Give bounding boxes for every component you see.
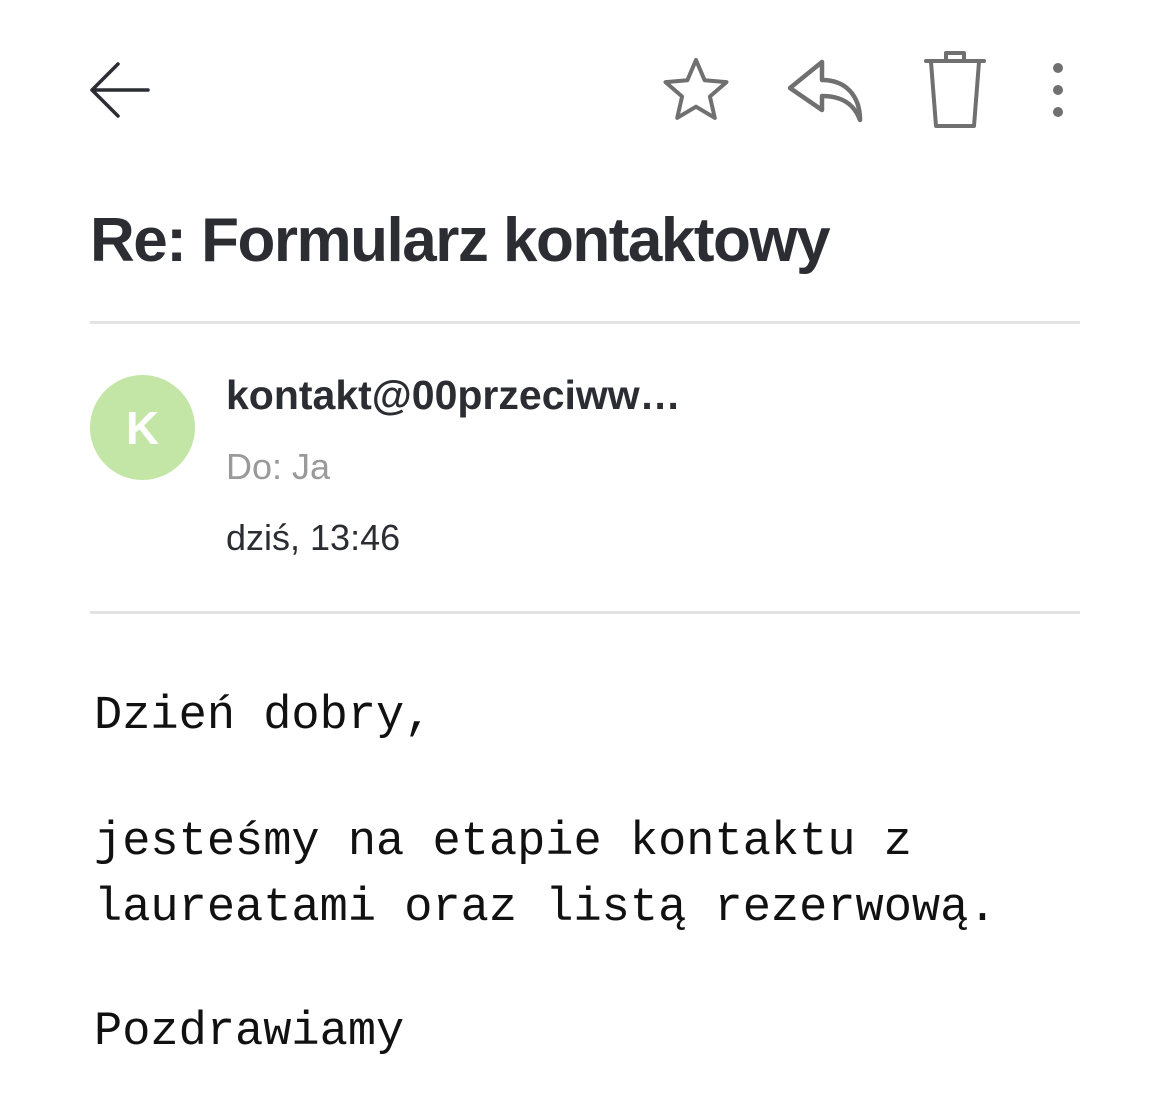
email-subject: Re: Formularz kontaktowy	[90, 206, 831, 275]
trash-icon	[924, 51, 986, 128]
sender-address[interactable]: kontakt@00przeciww…	[226, 372, 681, 419]
star-button[interactable]	[655, 48, 737, 130]
more-options-button[interactable]	[1030, 50, 1086, 130]
body-closing: Pozdrawiamy	[94, 1006, 405, 1059]
reply-button[interactable]	[780, 48, 870, 130]
back-button[interactable]	[80, 50, 160, 130]
more-vertical-icon	[1053, 63, 1063, 117]
toolbar	[0, 0, 1170, 180]
arrow-left-icon	[90, 62, 150, 118]
reply-icon	[787, 59, 863, 123]
recipient-label[interactable]: Do: Ja	[226, 446, 330, 488]
body-paragraph-line: laureatami oraz listą rezerwową.	[94, 882, 997, 935]
star-icon	[663, 58, 729, 120]
body-paragraph-line: jesteśmy na etapie kontaktu z	[94, 816, 912, 869]
message-timestamp: dziś, 13:46	[226, 517, 401, 558]
header-divider	[90, 321, 1080, 324]
sender-avatar[interactable]: K	[90, 375, 195, 480]
delete-button[interactable]	[915, 44, 995, 134]
body-divider	[90, 611, 1080, 614]
body-greeting: Dzień dobry,	[94, 690, 433, 743]
